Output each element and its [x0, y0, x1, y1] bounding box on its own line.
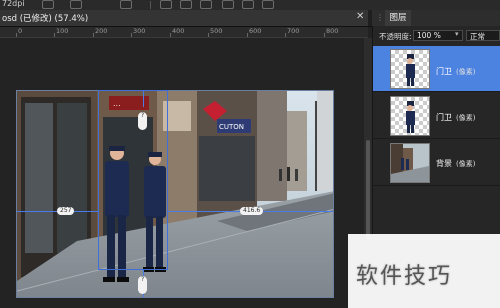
- crop-tool-icon[interactable]: [70, 0, 82, 9]
- ruler-tick: [131, 33, 132, 37]
- selection-bounds[interactable]: [98, 90, 168, 270]
- layer-type: (像素): [456, 160, 476, 168]
- street-scene: ... CUTON: [17, 91, 333, 297]
- ruler-tick: [285, 33, 286, 37]
- ruler-label: 600: [249, 27, 262, 35]
- ruler-tick: [54, 33, 55, 37]
- ruler-label: 700: [287, 27, 300, 35]
- layer-name: 门卫: [436, 67, 452, 76]
- layer-type: (像素): [456, 114, 476, 122]
- layer-name: 门卫: [436, 113, 452, 122]
- align-right-icon[interactable]: [200, 0, 212, 9]
- ruler-label: 0: [18, 27, 23, 35]
- transform-tool-icon[interactable]: [120, 0, 132, 9]
- align-left-icon[interactable]: [160, 0, 172, 9]
- bottom-distance-label: ?: [138, 276, 148, 294]
- right-distance-label: 416.6: [240, 207, 264, 215]
- ruler-tick: [170, 33, 171, 37]
- document-title: osd (已修改) (57.4%): [2, 14, 89, 24]
- top-distance-label: ?: [138, 112, 148, 130]
- ruler-label: 100: [56, 27, 69, 35]
- toolbar-divider: [150, 1, 151, 9]
- ruler-tick: [324, 33, 325, 37]
- align-center-icon[interactable]: [180, 0, 192, 9]
- chevron-down-icon[interactable]: ▾: [455, 30, 459, 38]
- ruler-label: 400: [172, 27, 185, 35]
- dpi-label: 72dpi: [2, 0, 25, 8]
- ruler-tick: [93, 33, 94, 37]
- ruler-tick: [247, 33, 248, 37]
- opacity-value: 100 %: [417, 31, 441, 40]
- align-top-icon[interactable]: [222, 0, 234, 9]
- shop-sign-2: CUTON: [219, 123, 244, 131]
- opacity-label: 不透明度:: [379, 32, 412, 41]
- layer-thumbnail: [390, 49, 430, 89]
- ruler-label: 300: [133, 27, 146, 35]
- ruler-tick: [16, 33, 17, 37]
- ruler-label: 500: [210, 27, 223, 35]
- top-distance-guide: [143, 91, 144, 107]
- blend-mode-value: 正常: [470, 32, 485, 41]
- align-middle-icon[interactable]: [242, 0, 254, 9]
- layer-thumbnail: [390, 143, 430, 183]
- street-photo[interactable]: ... CUTON: [16, 90, 334, 298]
- ruler-label: 800: [326, 27, 339, 35]
- align-bottom-icon[interactable]: [262, 0, 274, 9]
- ruler-tick: [208, 33, 209, 37]
- close-tab-icon[interactable]: ✕: [356, 11, 364, 22]
- panel-grip-icon[interactable]: ⋮: [376, 13, 384, 22]
- left-distance-label: 257: [57, 207, 75, 215]
- layer-name: 背景: [436, 159, 452, 168]
- layers-tab[interactable]: 图层: [385, 10, 411, 26]
- layer-type: (像素): [456, 68, 476, 76]
- layer-thumbnail: [390, 96, 430, 136]
- watermark-text: 软件技巧: [356, 264, 453, 289]
- move-tool-icon[interactable]: [42, 0, 54, 9]
- ruler-label: 200: [95, 27, 108, 35]
- scrollbar-thumb[interactable]: [366, 140, 370, 240]
